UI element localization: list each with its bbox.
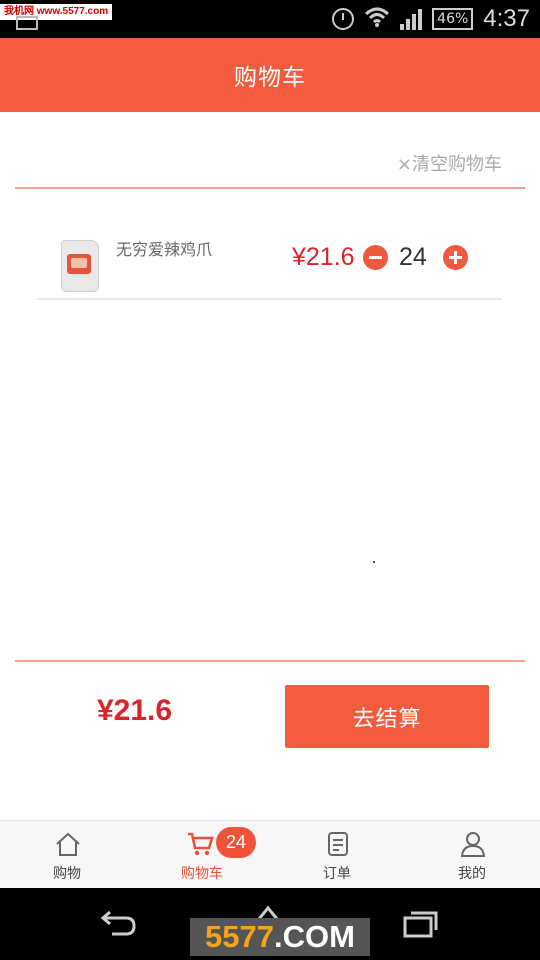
status-time: 4:37 <box>483 5 530 32</box>
product-thumbnail[interactable] <box>57 236 103 294</box>
checkout-button[interactable]: 去结算 <box>285 685 489 748</box>
battery-indicator: 46% <box>432 8 474 30</box>
tab-me[interactable]: 我的 <box>427 821 517 889</box>
tab-orders[interactable]: 订单 <box>292 821 382 889</box>
user-icon <box>460 832 486 857</box>
back-icon[interactable] <box>98 910 138 938</box>
status-bar: 我机网 www.5577.com 46% 4:37 <box>0 0 540 38</box>
signal-icon <box>400 8 423 30</box>
tab-label: 购物 <box>53 866 81 882</box>
recent-apps-icon[interactable] <box>403 910 439 938</box>
orders-icon <box>328 832 348 856</box>
decrease-quantity-button[interactable] <box>363 245 388 270</box>
watermark-suffix: .COM <box>274 919 355 954</box>
tab-label: 订单 <box>323 866 351 882</box>
image-notification-icon <box>16 16 38 30</box>
divider <box>15 187 525 189</box>
home-icon <box>56 832 80 856</box>
cart-icon <box>188 832 214 856</box>
cart-item: 无穷爱辣鸡爪 ¥21.6 24 <box>37 212 502 300</box>
app-screen: 我机网 www.5577.com 46% 4:37 购物车 ×清空购物车 无穷爱… <box>0 0 540 960</box>
page-header: 购物车 <box>0 38 540 112</box>
bottom-tab-bar: 购物 购物车 订单 我的 <box>0 820 540 888</box>
product-price: ¥21.6 <box>292 243 355 271</box>
product-name[interactable]: 无穷爱辣鸡爪 <box>116 236 212 260</box>
site-watermark: 5577.COM <box>190 918 370 956</box>
watermark-prefix: 5577 <box>205 919 275 954</box>
tab-label: 我的 <box>458 866 486 882</box>
clear-cart-button[interactable]: ×清空购物车 <box>397 150 502 176</box>
wifi-icon <box>364 6 390 32</box>
quantity-value: 24 <box>399 243 427 271</box>
cart-count-badge: 24 <box>216 827 256 858</box>
total-price: ¥21.6 <box>97 694 173 727</box>
increase-quantity-button[interactable] <box>443 245 468 270</box>
stray-dot <box>373 561 375 563</box>
alarm-icon <box>332 8 355 30</box>
tab-shopping[interactable]: 购物 <box>22 821 112 889</box>
divider <box>15 660 525 662</box>
status-icons: 46% 4:37 <box>332 0 530 38</box>
page-title: 购物车 <box>234 65 306 91</box>
tab-label: 购物车 <box>181 866 223 882</box>
